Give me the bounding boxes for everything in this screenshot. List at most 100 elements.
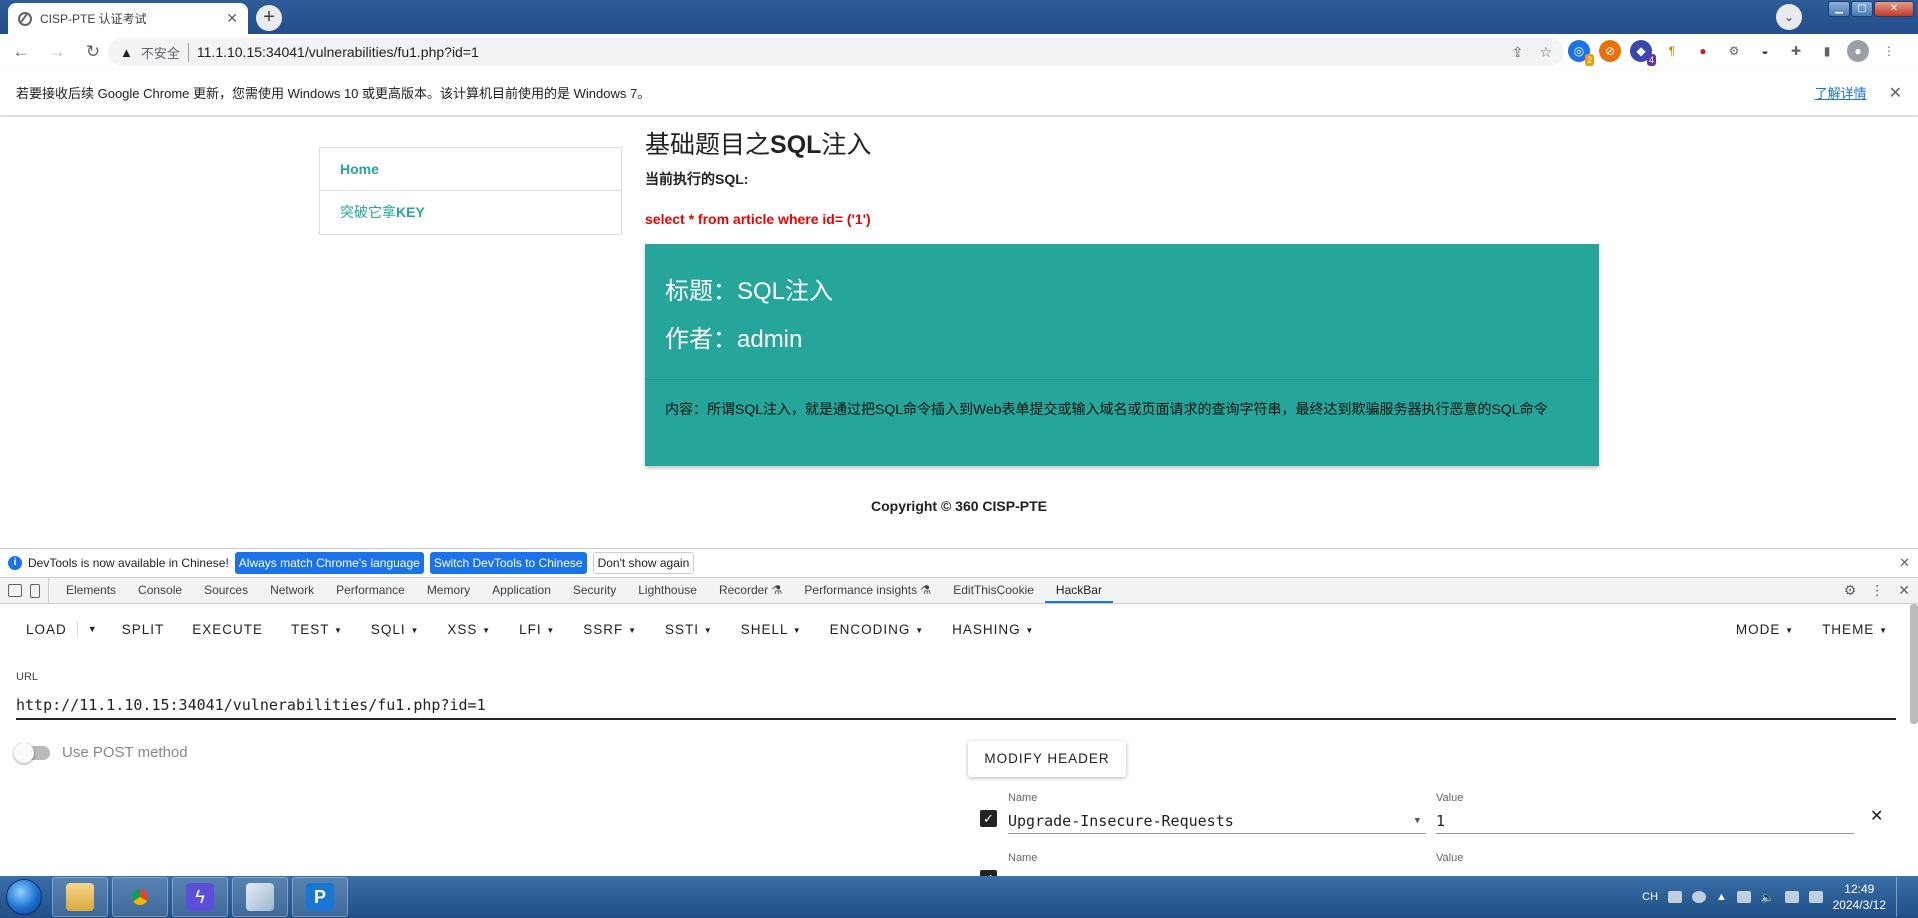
address-bar[interactable]: ▲ 不安全 11.1.10.15:34041/vulnerabilities/f…: [108, 38, 1564, 66]
split-button[interactable]: SPLIT: [108, 622, 179, 637]
tab-hackbar[interactable]: HackBar: [1044, 578, 1113, 603]
devtools-close-icon[interactable]: ✕: [1898, 582, 1910, 599]
tab-performance-insights[interactable]: Performance insights ⚗: [793, 578, 942, 603]
bookmark-star-icon[interactable]: ☆: [1539, 44, 1552, 61]
url-input[interactable]: http://11.1.10.15:34041/vulnerabilities/…: [16, 690, 1896, 720]
maximize-button[interactable]: ▢: [1851, 1, 1873, 17]
close-infobar-icon[interactable]: ✕: [1889, 83, 1902, 103]
load-button[interactable]: LOAD: [12, 621, 78, 637]
taskbar-explorer[interactable]: [52, 877, 108, 917]
execute-button[interactable]: EXECUTE: [178, 622, 277, 637]
help-icon[interactable]: [1692, 891, 1707, 903]
shell-menu[interactable]: SHELL ▼: [727, 622, 816, 637]
tab-editthiscookie[interactable]: EditThisCookie: [942, 578, 1045, 603]
back-arrow-icon[interactable]: ←: [6, 37, 36, 67]
window-close-button[interactable]: ✕: [1874, 1, 1914, 17]
reload-icon[interactable]: ↻: [78, 37, 108, 67]
keyboard-icon[interactable]: [1668, 891, 1683, 903]
header-enabled-checkbox[interactable]: ✓: [980, 810, 997, 827]
extension-blocker-icon[interactable]: ⊘: [1599, 40, 1621, 62]
sqli-menu[interactable]: SQLI ▼: [357, 622, 433, 637]
extension-wappalyzer-icon[interactable]: ◆ 4: [1630, 40, 1656, 66]
taskbar-app-bolt[interactable]: ϟ: [172, 877, 228, 917]
tab-sources[interactable]: Sources: [193, 578, 259, 603]
minimize-button[interactable]: ▁: [1828, 1, 1850, 17]
show-desktop-button[interactable]: [1896, 877, 1908, 917]
tray-expand-icon[interactable]: ▲: [1716, 891, 1727, 903]
xss-menu[interactable]: XSS ▼: [433, 622, 505, 637]
load-dropdown-icon[interactable]: ▼: [78, 624, 108, 634]
header-value-input[interactable]: 1: [1436, 806, 1854, 834]
extension-hat-icon[interactable]: ◒: [1754, 40, 1776, 62]
browser-tab[interactable]: CISP-PTE 认证考试 ✕: [8, 3, 248, 34]
extension-cookie-icon[interactable]: ●: [1692, 40, 1714, 62]
extension-gear-icon[interactable]: ⚙: [1723, 40, 1745, 62]
devtools-menu-icon[interactable]: ⋮: [1870, 582, 1884, 599]
system-tray: CH ▲ 🔈 12:49 2024/3/12: [1642, 877, 1918, 917]
header-value-label: Value: [1436, 792, 1464, 804]
tab-memory[interactable]: Memory: [416, 578, 481, 603]
devtools-settings-gear-icon[interactable]: ⚙: [1844, 582, 1857, 599]
encoding-menu[interactable]: ENCODING ▼: [816, 622, 938, 637]
remove-header-icon[interactable]: ✕: [1870, 806, 1883, 826]
dont-show-again-button[interactable]: Don't show again: [592, 552, 695, 574]
caret-down-icon[interactable]: ▼: [1415, 806, 1420, 836]
extensions-puzzle-icon[interactable]: ✚: [1785, 40, 1807, 62]
new-tab-button[interactable]: +: [256, 5, 282, 31]
caret-down-icon: ▼: [703, 625, 713, 635]
modify-header-button[interactable]: MODIFY HEADER: [968, 741, 1126, 777]
profile-avatar[interactable]: ●: [1847, 40, 1869, 62]
tab-network[interactable]: Network: [259, 578, 325, 603]
start-button[interactable]: [0, 876, 48, 918]
tab-performance[interactable]: Performance: [325, 578, 416, 603]
post-method-toggle[interactable]: [14, 742, 50, 763]
hashing-menu[interactable]: HASHING ▼: [938, 622, 1048, 637]
warning-icon[interactable]: ▲: [120, 45, 133, 60]
browser-toolbar: ← → ↻ ▲ 不安全 11.1.10.15:34041/vulnerabili…: [0, 34, 1918, 70]
share-icon[interactable]: ⇪: [1512, 44, 1524, 61]
title-suffix: 注入: [821, 131, 872, 159]
extension-proxy-icon[interactable]: ◎ 2: [1568, 40, 1594, 66]
lfi-menu[interactable]: LFI ▼: [505, 622, 569, 637]
test-menu[interactable]: TEST ▼: [277, 622, 357, 637]
tab-application[interactable]: Application: [481, 578, 562, 603]
flag-icon[interactable]: [1784, 891, 1799, 903]
header-name-input[interactable]: Upgrade-Insecure-Requests ▼: [1008, 806, 1426, 834]
shell-menu-label: SHELL: [740, 621, 788, 637]
ssti-menu[interactable]: SSTI ▼: [651, 622, 727, 637]
browser-menu-icon[interactable]: ⋮: [1878, 40, 1900, 62]
notification-icon[interactable]: [1808, 891, 1823, 903]
tab-console[interactable]: Console: [127, 578, 193, 603]
close-tab-icon[interactable]: ✕: [226, 10, 238, 27]
extension-paragraph-icon[interactable]: ¶: [1661, 40, 1683, 62]
taskbar-chrome[interactable]: [112, 877, 168, 917]
side-panel-icon[interactable]: ▮: [1816, 40, 1838, 62]
inspect-element-icon[interactable]: [8, 584, 22, 597]
tab-search-button[interactable]: ⌄: [1776, 4, 1802, 30]
volume-icon[interactable]: 🔈: [1761, 891, 1775, 904]
taskbar-app-doc[interactable]: [232, 877, 288, 917]
switch-to-chinese-button[interactable]: Switch DevTools to Chinese: [429, 552, 587, 574]
network-icon[interactable]: [1736, 891, 1751, 903]
page-favicon-icon: [18, 11, 32, 26]
always-match-language-button[interactable]: Always match Chrome's language: [234, 552, 424, 574]
hackbar-scrollbar[interactable]: [1910, 604, 1918, 724]
taskbar-app-p[interactable]: P: [292, 877, 348, 917]
address-url[interactable]: 11.1.10.15:34041/vulnerabilities/fu1.php…: [197, 44, 479, 60]
theme-menu[interactable]: THEME ▼: [1808, 622, 1918, 637]
ssrf-menu[interactable]: SSRF ▼: [569, 622, 651, 637]
tab-elements[interactable]: Elements: [55, 578, 127, 603]
tab-lighthouse[interactable]: Lighthouse: [627, 578, 708, 603]
tab-security[interactable]: Security: [562, 578, 627, 603]
forward-arrow-icon[interactable]: →: [42, 37, 72, 67]
learn-more-link[interactable]: 了解详情: [1815, 83, 1867, 102]
tab-recorder[interactable]: Recorder ⚗: [708, 578, 793, 603]
mode-menu[interactable]: MODE ▼: [1722, 622, 1808, 637]
device-toolbar-icon[interactable]: [30, 583, 40, 598]
nav-item-home[interactable]: Home: [320, 148, 621, 191]
close-notice-icon[interactable]: ✕: [1899, 555, 1910, 571]
nav-item-key[interactable]: 突破它拿KEY: [320, 191, 621, 234]
system-clock[interactable]: 12:49 2024/3/12: [1833, 881, 1886, 913]
input-language[interactable]: CH: [1642, 891, 1658, 903]
insecure-label[interactable]: 不安全: [141, 42, 189, 62]
